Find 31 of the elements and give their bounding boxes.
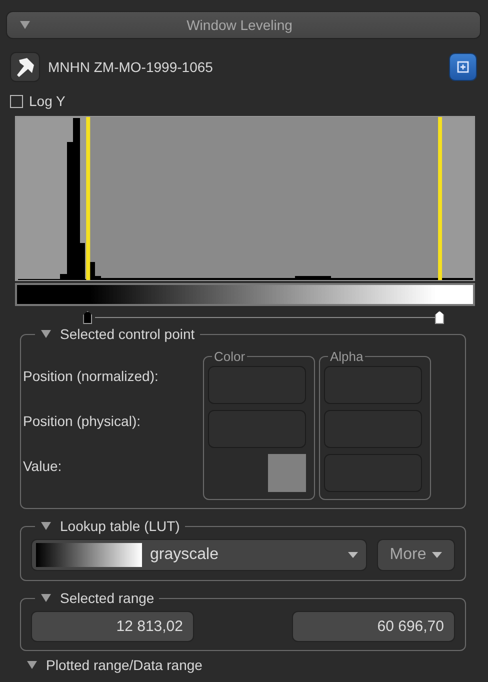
expand-button[interactable] [449, 53, 477, 81]
control-point-handle[interactable] [435, 311, 444, 324]
panel-header[interactable]: Window Leveling [6, 11, 481, 39]
dropdown-arrow-icon [348, 552, 358, 558]
panel-title: Window Leveling [186, 17, 294, 33]
log-y-checkbox[interactable] [10, 94, 23, 108]
field-label: Value: [23, 456, 63, 476]
group-title: Alpha [330, 349, 364, 365]
collapse-triangle-icon[interactable] [19, 20, 31, 30]
color-swatch[interactable] [268, 454, 306, 492]
checkbox-label: Log Y [29, 93, 66, 109]
more-button[interactable]: More [377, 539, 455, 571]
section-title: Plotted range/Data range [46, 657, 202, 673]
collapse-triangle-icon[interactable] [40, 593, 52, 603]
collapse-triangle-icon[interactable] [40, 521, 52, 531]
range-max-field[interactable]: 60 696,70 [292, 611, 455, 642]
collapse-triangle-icon[interactable] [40, 329, 52, 339]
caret-icon [432, 552, 442, 558]
control-point-handle[interactable] [83, 311, 92, 324]
group-title: Selected range [60, 590, 154, 606]
pin-button[interactable] [10, 52, 40, 82]
group-title: Lookup table (LUT) [60, 518, 180, 534]
range-min-field[interactable]: 12 813,02 [31, 611, 194, 642]
group-title: Color [214, 349, 246, 365]
dataset-name: MNHN ZM-MO-1999-1065 [48, 59, 213, 75]
field-label: Position (physical): [23, 412, 142, 431]
group-title: Selected control point [60, 326, 195, 342]
collapse-triangle-icon[interactable] [26, 660, 38, 670]
field-label: Position (normalized): [23, 366, 160, 386]
plus-square-icon [457, 61, 469, 73]
lut-dropdown[interactable]: grayscale [31, 539, 367, 571]
